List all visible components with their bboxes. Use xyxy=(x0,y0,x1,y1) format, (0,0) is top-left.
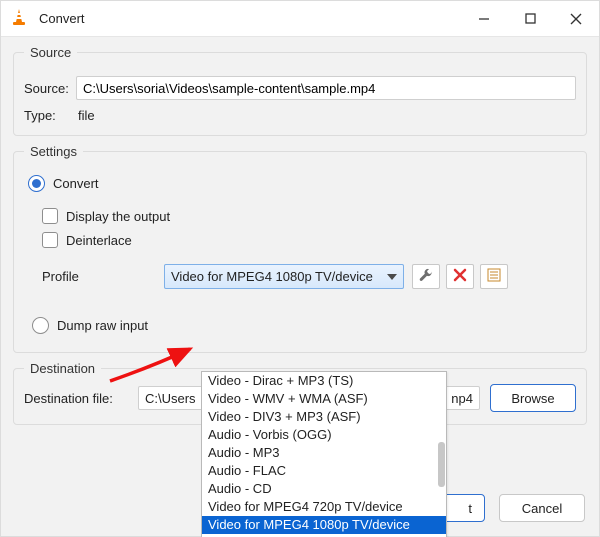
display-output-row[interactable]: Display the output xyxy=(42,208,576,224)
dialog-content: Source Source: Type: file Settings Conve… xyxy=(1,37,599,484)
deinterlace-checkbox[interactable] xyxy=(42,232,58,248)
destination-legend: Destination xyxy=(24,361,101,376)
destination-value-left: C:\Users xyxy=(145,391,196,406)
convert-dialog: Convert Source Source: Type: file Settin… xyxy=(0,0,600,537)
titlebar[interactable]: Convert xyxy=(1,1,599,37)
dump-raw-label: Dump raw input xyxy=(57,318,148,333)
dump-raw-radio[interactable] xyxy=(32,317,49,334)
destination-value-right: np4 xyxy=(451,391,473,406)
profile-option[interactable]: Video for MPEG4 1080p TV/device xyxy=(202,516,446,534)
close-button[interactable] xyxy=(553,1,599,37)
profile-option[interactable]: Video for MPEG4 720p TV/device xyxy=(202,498,446,516)
profile-option[interactable]: Audio - MP3 xyxy=(202,444,446,462)
deinterlace-label: Deinterlace xyxy=(66,233,132,248)
destination-label: Destination file: xyxy=(24,391,128,406)
source-legend: Source xyxy=(24,45,77,60)
source-label: Source: xyxy=(24,81,76,96)
profile-selected-text: Video for MPEG4 1080p TV/device xyxy=(171,269,373,284)
minimize-button[interactable] xyxy=(461,1,507,37)
cancel-button[interactable]: Cancel xyxy=(499,494,585,522)
profile-dropdown-list[interactable]: Video - Dirac + MP3 (TS)Video - WMV + WM… xyxy=(201,371,447,537)
type-row: Type: file xyxy=(24,108,576,123)
convert-radio-label: Convert xyxy=(53,176,99,191)
maximize-button[interactable] xyxy=(507,1,553,37)
profile-combobox[interactable]: Video for MPEG4 1080p TV/device xyxy=(164,264,404,289)
type-value: file xyxy=(76,108,95,123)
chevron-down-icon xyxy=(387,270,397,285)
profile-option[interactable]: Video - WMV + WMA (ASF) xyxy=(202,390,446,408)
profile-option[interactable]: Audio - FLAC xyxy=(202,462,446,480)
display-output-label: Display the output xyxy=(66,209,170,224)
list-icon xyxy=(487,268,501,285)
convert-radio[interactable] xyxy=(28,175,45,192)
dump-raw-row[interactable]: Dump raw input xyxy=(32,317,576,334)
window-title: Convert xyxy=(39,11,461,26)
profile-label: Profile xyxy=(42,269,164,284)
profile-option[interactable]: Video - DIV3 + MP3 (ASF) xyxy=(202,408,446,426)
source-group: Source Source: Type: file xyxy=(13,45,587,136)
profile-option[interactable]: Audio - Vorbis (OGG) xyxy=(202,426,446,444)
wrench-icon xyxy=(418,267,434,286)
type-label: Type: xyxy=(24,108,76,123)
profile-buttons xyxy=(412,264,508,289)
delete-profile-button[interactable] xyxy=(446,264,474,289)
profile-row: Profile Video for MPEG4 1080p TV/device xyxy=(42,264,576,289)
convert-radio-row[interactable]: Convert xyxy=(28,175,576,192)
edit-profile-button[interactable] xyxy=(412,264,440,289)
profile-option[interactable]: Video - Dirac + MP3 (TS) xyxy=(202,372,446,390)
new-profile-button[interactable] xyxy=(480,264,508,289)
deinterlace-row[interactable]: Deinterlace xyxy=(42,232,576,248)
browse-button[interactable]: Browse xyxy=(490,384,576,412)
profile-option[interactable]: Audio - CD xyxy=(202,480,446,498)
source-row: Source: xyxy=(24,76,576,100)
source-input[interactable] xyxy=(76,76,576,100)
settings-group: Settings Convert Display the output Dein… xyxy=(13,144,587,353)
profile-select-wrap: Video for MPEG4 1080p TV/device xyxy=(164,264,404,289)
settings-legend: Settings xyxy=(24,144,83,159)
dropdown-scrollbar[interactable] xyxy=(438,442,445,487)
vlc-cone-icon xyxy=(11,8,29,29)
x-red-icon xyxy=(453,268,467,285)
display-output-checkbox[interactable] xyxy=(42,208,58,224)
